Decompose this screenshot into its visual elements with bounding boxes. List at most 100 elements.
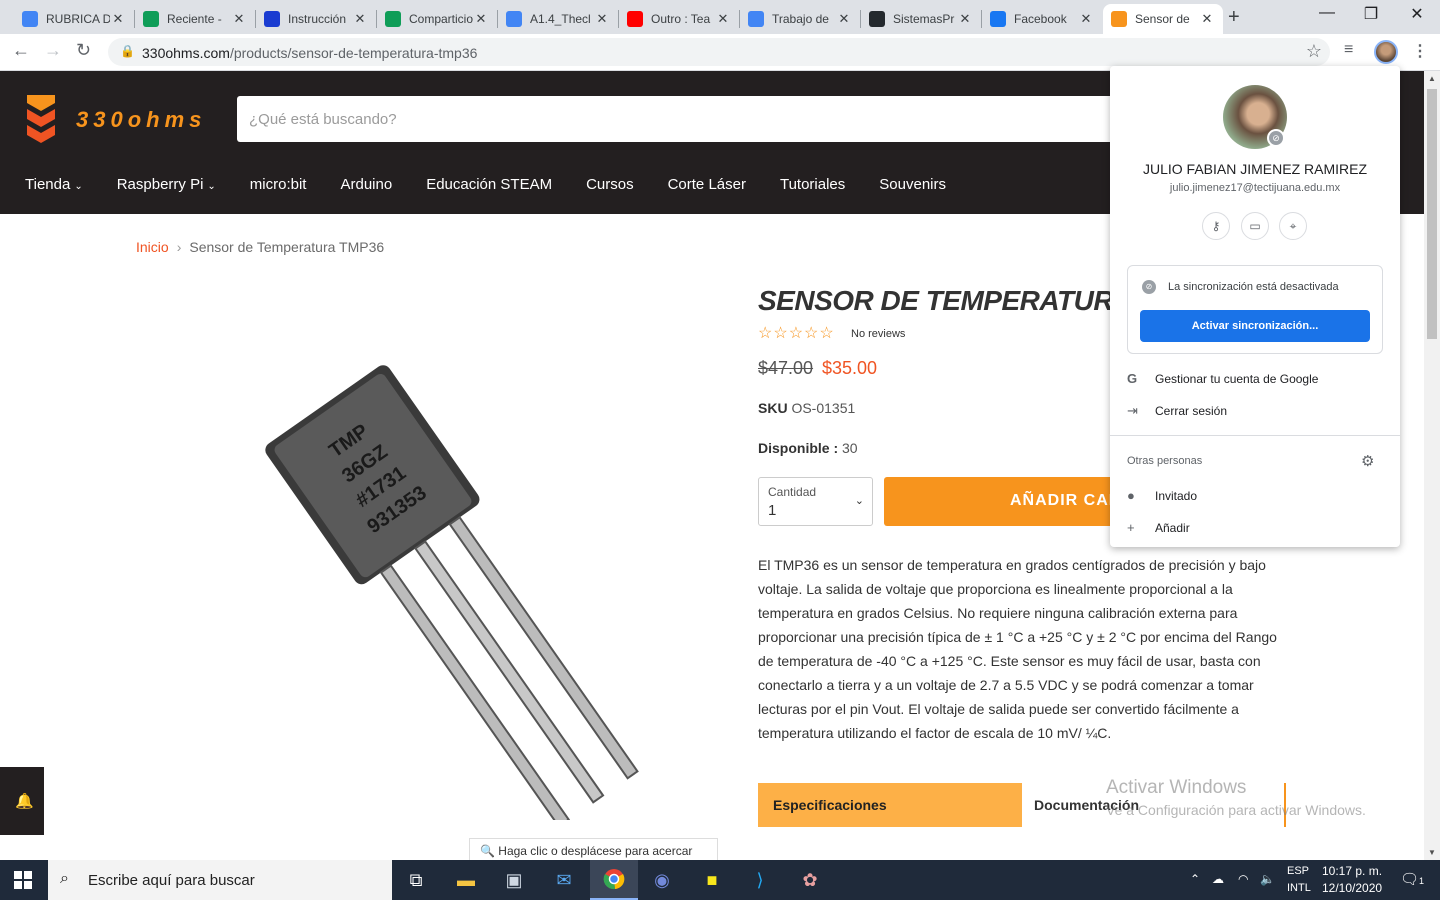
new-tab-button[interactable]: +: [1228, 6, 1240, 29]
sign-out-item[interactable]: ⇥ Cerrar sesión: [1127, 403, 1227, 419]
nav-item[interactable]: Raspberry Pi ⌄: [117, 176, 216, 193]
site-logo-text[interactable]: 330ohms: [76, 107, 206, 133]
quantity-select[interactable]: Cantidad 1 ⌄: [758, 477, 873, 526]
tab-label: Reciente -: [167, 12, 222, 26]
browser-tab[interactable]: Comparticio ✕: [377, 4, 497, 34]
tab-specifications[interactable]: Especificaciones: [758, 783, 1022, 827]
scrollbar-thumb[interactable]: [1427, 89, 1437, 339]
tab-label: Comparticio: [409, 12, 473, 26]
media-control-icon[interactable]: ≡: [1344, 41, 1353, 59]
breadcrumb-home-link[interactable]: Inicio: [136, 239, 169, 255]
addresses-pin-icon[interactable]: ⌖: [1279, 212, 1307, 240]
main-nav: Tienda ⌄ Raspberry Pi ⌄ micro:bit Arduino Educ…: [25, 176, 980, 193]
app-icon[interactable]: ✿: [786, 860, 834, 900]
close-icon[interactable]: ✕: [957, 11, 973, 27]
browser-tab[interactable]: Trabajo de ✕: [740, 4, 860, 34]
drive-icon: [143, 11, 159, 27]
vscode-icon[interactable]: ⟩: [736, 860, 784, 900]
browser-tab[interactable]: RUBRICA D ✕: [14, 4, 134, 34]
cp-icon: [264, 11, 280, 27]
nav-item[interactable]: Corte Láser: [668, 176, 746, 193]
taskbar-search[interactable]: ⌕ Escribe aquí para buscar: [48, 860, 392, 900]
nav-item[interactable]: micro:bit: [250, 176, 307, 193]
sticky-notes-icon[interactable]: ■: [688, 860, 736, 900]
close-icon[interactable]: ✕: [231, 11, 247, 27]
cloud-icon[interactable]: ☁: [1212, 872, 1224, 886]
browser-tab[interactable]: Outro : Tea ✕: [619, 4, 739, 34]
close-icon[interactable]: ✕: [1199, 11, 1215, 27]
facebook-icon: [990, 11, 1006, 27]
windows-start-icon[interactable]: [14, 871, 32, 889]
close-icon[interactable]: ✕: [836, 11, 852, 27]
browser-tab[interactable]: SistemasPr ✕: [861, 4, 981, 34]
rating-stars[interactable]: ☆☆☆☆☆: [758, 323, 835, 343]
gear-icon[interactable]: ⚙: [1361, 452, 1374, 470]
bookmark-star-icon[interactable]: ☆: [1306, 41, 1322, 62]
close-icon[interactable]: ✕: [473, 11, 489, 27]
forward-icon[interactable]: →: [44, 40, 62, 61]
discord-icon[interactable]: ◉: [638, 860, 686, 900]
nav-item[interactable]: Tienda ⌄: [25, 176, 83, 193]
nav-item[interactable]: Arduino: [340, 176, 392, 193]
menu-kebab-icon[interactable]: ⋮: [1412, 41, 1428, 61]
browser-tab[interactable]: Sensor de ✕: [1103, 4, 1223, 34]
manage-account-item[interactable]: G Gestionar tu cuenta de Google: [1127, 371, 1318, 386]
page-scrollbar[interactable]: ▲ ▼: [1424, 71, 1440, 860]
passwords-key-icon[interactable]: ⚷: [1202, 212, 1230, 240]
profile-name: JULIO FABIAN JIMENEZ RAMIREZ: [1142, 161, 1368, 177]
store-icon[interactable]: ▣: [490, 860, 538, 900]
notifications-icon[interactable]: 🗨1: [1400, 870, 1424, 888]
nav-item[interactable]: Cursos: [586, 176, 634, 193]
tab-label: A1.4_Thecl: [530, 12, 591, 26]
back-icon[interactable]: ←: [12, 40, 30, 61]
minimize-button[interactable]: —: [1304, 4, 1350, 22]
tab-label: SistemasPr: [893, 12, 955, 26]
close-icon[interactable]: ✕: [1078, 11, 1094, 27]
chevron-down-icon: ⌄: [74, 181, 83, 192]
youtube-icon: [627, 11, 643, 27]
input-language[interactable]: ESP INTL: [1287, 863, 1311, 897]
nav-item[interactable]: Educación STEAM: [426, 176, 552, 193]
330ohms-icon: [1111, 11, 1127, 27]
tab-label: Facebook: [1014, 12, 1067, 26]
close-icon[interactable]: ✕: [715, 11, 731, 27]
chevron-down-icon: ⌄: [854, 495, 864, 507]
browser-tab[interactable]: A1.4_Thecl ✕: [498, 4, 618, 34]
address-bar[interactable]: 🔒 330ohms.com/products/sensor-de-tempera…: [108, 38, 1330, 66]
turn-on-sync-button[interactable]: Activar sincronización...: [1140, 310, 1370, 342]
drive-icon: [385, 11, 401, 27]
guest-item[interactable]: ● Invitado: [1127, 488, 1197, 503]
close-icon[interactable]: ✕: [594, 11, 610, 27]
site-search-input[interactable]: ¿Qué está buscando?: [237, 96, 1137, 142]
payment-card-icon[interactable]: ▭: [1241, 212, 1269, 240]
maximize-button[interactable]: ❐: [1348, 4, 1394, 24]
330ohms-logo-icon[interactable]: [27, 95, 55, 145]
mail-icon[interactable]: ✉: [540, 860, 588, 900]
profile-avatar-button[interactable]: [1374, 40, 1398, 64]
browser-tab[interactable]: Instrucción ✕: [256, 4, 376, 34]
google-g-icon: G: [1127, 371, 1138, 386]
lock-icon: 🔒: [120, 44, 135, 58]
breadcrumb-current: Sensor de Temperatura TMP36: [189, 239, 385, 255]
docs-icon: [22, 11, 38, 27]
wifi-icon[interactable]: ◠: [1238, 872, 1248, 886]
volume-icon[interactable]: 🔈: [1260, 872, 1275, 886]
close-icon[interactable]: ✕: [352, 11, 368, 27]
taskbar-clock[interactable]: 10:17 p. m. 12/10/2020: [1322, 863, 1382, 897]
notification-bell-button[interactable]: 🔔: [0, 767, 44, 835]
nav-item[interactable]: Souvenirs: [879, 176, 946, 193]
close-window-button[interactable]: ✕: [1394, 4, 1440, 24]
tab-label: Outro : Tea: [651, 12, 711, 26]
task-view-icon[interactable]: ⧉: [392, 860, 440, 900]
product-image-tmp36[interactable]: TMP 36GZ #1731 931353: [200, 340, 680, 820]
chrome-taskbar-icon[interactable]: [590, 860, 638, 900]
nav-item[interactable]: Tutoriales: [780, 176, 845, 193]
tray-chevron-up-icon[interactable]: ⌃: [1190, 872, 1200, 886]
file-explorer-icon[interactable]: ▬: [442, 860, 490, 900]
reload-icon[interactable]: ↻: [76, 40, 91, 61]
browser-tab[interactable]: Reciente - ✕: [135, 4, 255, 34]
close-icon[interactable]: ✕: [110, 11, 126, 27]
add-person-item[interactable]: + Añadir: [1127, 520, 1190, 535]
zoom-hint[interactable]: 🔍 Haga clic o desplácese para acercar: [469, 838, 718, 860]
browser-tab[interactable]: Facebook ✕: [982, 4, 1102, 34]
